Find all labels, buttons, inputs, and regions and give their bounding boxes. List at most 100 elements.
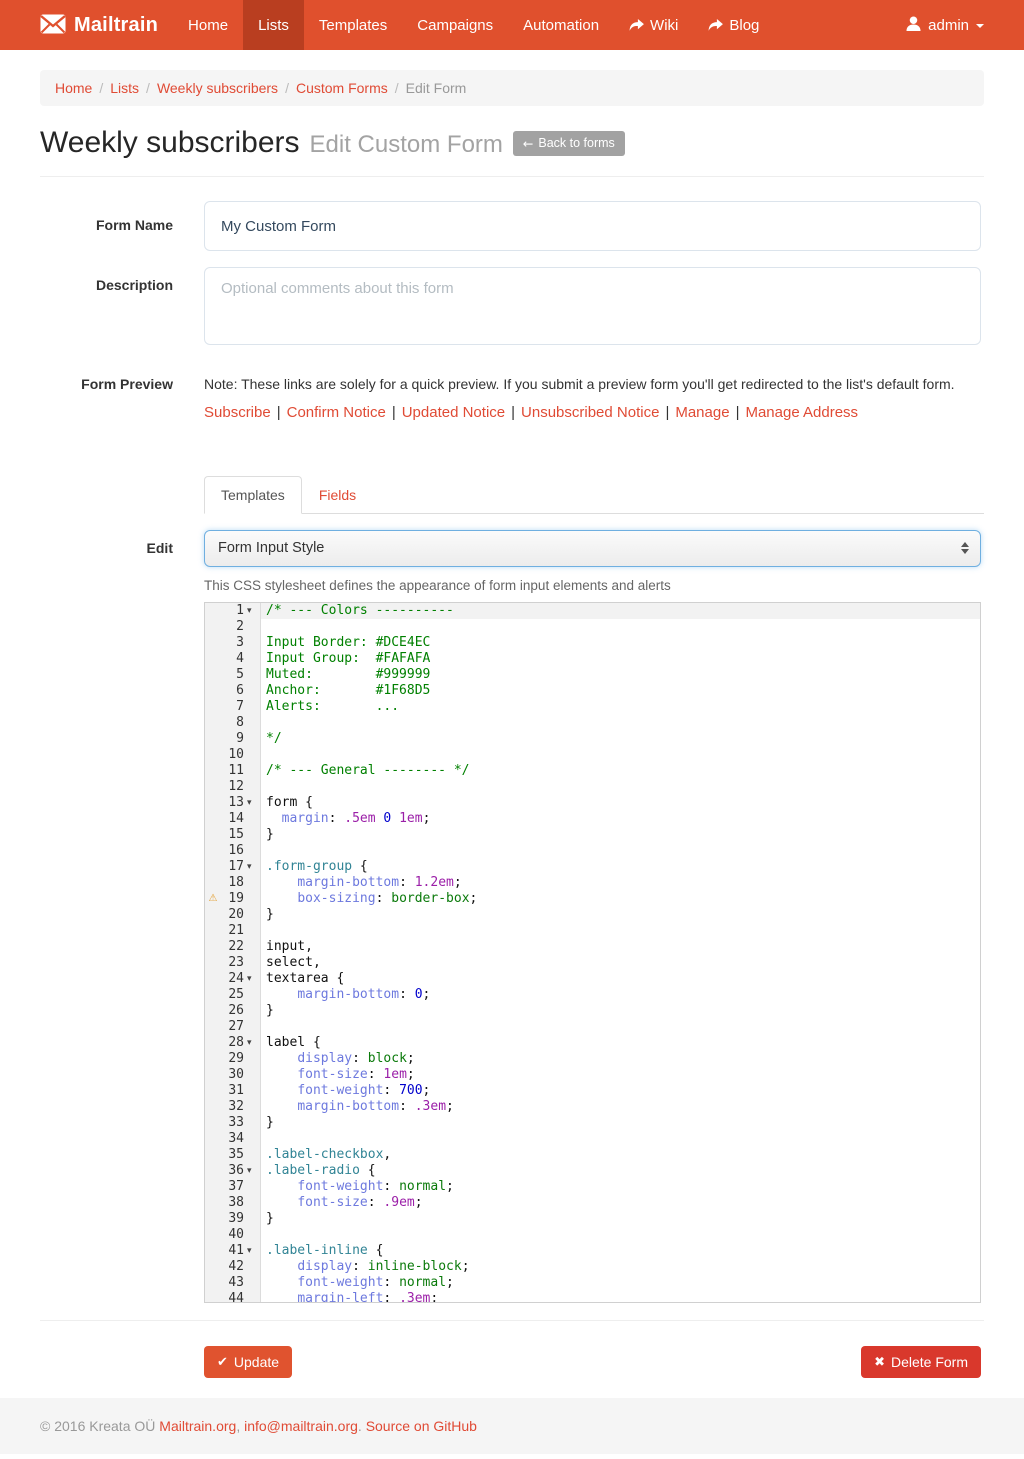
nav-item-home[interactable]: Home: [173, 0, 243, 50]
breadcrumb-link-custom-forms[interactable]: Custom Forms: [296, 80, 388, 96]
brand[interactable]: Mailtrain: [0, 0, 173, 50]
line-number: 3: [221, 635, 247, 651]
code-text: [261, 747, 980, 763]
preview-link-subscribe[interactable]: Subscribe: [204, 404, 271, 421]
breadcrumb: Home/Lists/Weekly subscribers/Custom For…: [40, 70, 984, 106]
fold-arrow-icon[interactable]: ▾: [247, 795, 260, 811]
nav-item-templates[interactable]: Templates: [304, 0, 402, 50]
code-line: 5Muted: #999999: [205, 667, 980, 683]
user-menu[interactable]: admin: [891, 0, 1024, 50]
nav-item-label: Lists: [258, 17, 289, 34]
gutter-cell: 3: [205, 635, 261, 651]
gutter-cell: 44: [205, 1291, 261, 1303]
fold-arrow-icon[interactable]: ▾: [247, 859, 260, 875]
gutter-cell: 11: [205, 763, 261, 779]
code-line: ⚠19 box-sizing: border-box;: [205, 891, 980, 907]
line-number: 38: [221, 1195, 247, 1211]
gutter-cell: 31: [205, 1083, 261, 1099]
delete-form-button[interactable]: ✖ Delete Form: [861, 1346, 981, 1378]
code-text: */: [261, 731, 980, 747]
line-number: 23: [221, 955, 247, 971]
update-button[interactable]: ✔ Update: [204, 1346, 292, 1378]
gutter-cell: 22: [205, 939, 261, 955]
breadcrumb-separator: /: [139, 80, 157, 96]
line-number: 14: [221, 811, 247, 827]
gutter-cell: 29: [205, 1051, 261, 1067]
code-text: font-size: 1em;: [261, 1067, 980, 1083]
preview-link-updated-notice[interactable]: Updated Notice: [402, 404, 505, 421]
code-text: input,: [261, 939, 980, 955]
line-number: 34: [221, 1131, 247, 1147]
nav-item-automation[interactable]: Automation: [508, 0, 614, 50]
code-text: [261, 1019, 980, 1035]
tab-bar: TemplatesFields: [204, 476, 984, 514]
fold-arrow-icon[interactable]: ▾: [247, 603, 260, 619]
fold-arrow-icon[interactable]: ▾: [247, 1163, 260, 1179]
gutter-cell: 42: [205, 1259, 261, 1275]
code-line: 43 font-weight: normal;: [205, 1275, 980, 1291]
template-select[interactable]: Form Input Style: [204, 530, 981, 567]
gutter-cell: 17▾: [205, 859, 261, 875]
description-label: Description: [40, 267, 173, 348]
line-number: 26: [221, 1003, 247, 1019]
footer-link-source-on-github[interactable]: Source on GitHub: [366, 1418, 477, 1434]
page-subtitle: Edit Custom Form: [310, 131, 503, 159]
form-name-label: Form Name: [40, 201, 173, 251]
nav-item-lists[interactable]: Lists: [243, 0, 304, 50]
code-text: margin-bottom: 0;: [261, 987, 980, 1003]
form-name-input[interactable]: [204, 201, 981, 251]
preview-links: Subscribe|Confirm Notice|Updated Notice|…: [204, 404, 981, 421]
tab-templates[interactable]: Templates: [204, 476, 302, 514]
preview-link-unsubscribed-notice[interactable]: Unsubscribed Notice: [521, 404, 659, 421]
line-number: 11: [221, 763, 247, 779]
template-help-text: This CSS stylesheet defines the appearan…: [204, 578, 984, 593]
nav-item-wiki[interactable]: Wiki: [614, 0, 693, 50]
code-text: .label-inline {: [261, 1243, 980, 1259]
code-text: }: [261, 1115, 980, 1131]
code-text: margin-bottom: .3em;: [261, 1099, 980, 1115]
breadcrumb-link-home[interactable]: Home: [55, 80, 92, 96]
footer-link-info-mailtrain-org[interactable]: info@mailtrain.org: [244, 1418, 358, 1434]
fold-arrow-icon[interactable]: ▾: [247, 1035, 260, 1051]
code-text: font-size: .9em;: [261, 1195, 980, 1211]
fold-arrow-icon[interactable]: ▾: [247, 1243, 260, 1259]
nav-item-label: Blog: [729, 17, 759, 34]
preview-link-confirm-notice[interactable]: Confirm Notice: [287, 404, 386, 421]
gutter-cell: 20: [205, 907, 261, 923]
nav-item-blog[interactable]: Blog: [693, 0, 774, 50]
css-code-editor[interactable]: 1▾/* --- Colors ----------23Input Border…: [204, 602, 981, 1303]
footer-link-mailtrain-org[interactable]: Mailtrain.org: [159, 1418, 236, 1434]
gutter-cell: 37: [205, 1179, 261, 1195]
code-line: 40: [205, 1227, 980, 1243]
edit-label: Edit: [40, 530, 173, 567]
line-number: 24: [221, 971, 247, 987]
code-text: }: [261, 827, 980, 843]
back-to-forms-label: Back to forms: [538, 136, 614, 150]
gutter-cell: 2: [205, 619, 261, 635]
line-number: 32: [221, 1099, 247, 1115]
code-line: 35.label-checkbox,: [205, 1147, 980, 1163]
code-line: 39}: [205, 1211, 980, 1227]
brand-name: Mailtrain: [74, 14, 158, 37]
breadcrumb-link-lists[interactable]: Lists: [110, 80, 139, 96]
preview-link-manage[interactable]: Manage: [675, 404, 729, 421]
nav-item-campaigns[interactable]: Campaigns: [402, 0, 508, 50]
caret-down-icon: [976, 24, 984, 28]
back-to-forms-button[interactable]: ← Back to forms: [513, 131, 625, 156]
template-select-value: Form Input Style: [218, 540, 324, 556]
code-line: 14 margin: .5em 0 1em;: [205, 811, 980, 827]
preview-link-manage-address[interactable]: Manage Address: [745, 404, 858, 421]
breadcrumb-separator: /: [92, 80, 110, 96]
line-number: 15: [221, 827, 247, 843]
description-textarea[interactable]: [204, 267, 981, 345]
code-text: [261, 1227, 980, 1243]
code-line: 9*/: [205, 731, 980, 747]
tab-fields[interactable]: Fields: [302, 476, 373, 514]
gutter-cell: 34: [205, 1131, 261, 1147]
gutter-cell: ⚠19: [205, 891, 261, 907]
fold-arrow-icon[interactable]: ▾: [247, 971, 260, 987]
gutter-cell: 25: [205, 987, 261, 1003]
breadcrumb-link-weekly-subscribers[interactable]: Weekly subscribers: [157, 80, 278, 96]
line-number: 16: [221, 843, 247, 859]
gutter-cell: 30: [205, 1067, 261, 1083]
